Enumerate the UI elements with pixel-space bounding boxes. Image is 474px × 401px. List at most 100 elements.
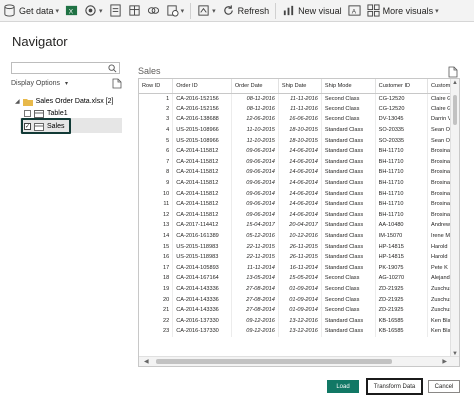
table-icon <box>34 109 44 118</box>
table-row: 10 CA-2014-115812 09-06-2014 14-06-2014 Stan… <box>139 188 459 199</box>
chevron-down-icon: ▾ <box>435 7 439 15</box>
chevron-down-icon: ▾ <box>212 7 216 15</box>
table-row: 22 CA-2016-137330 09-12-2016 13-12-2016 Stan… <box>139 315 459 327</box>
table-cell: 22-11-2015 <box>231 251 279 263</box>
table-cell: CA-2014-115812 <box>172 156 232 168</box>
table-cell: 26-11-2015 <box>278 251 322 263</box>
search-input[interactable] <box>11 62 120 74</box>
scroll-up-icon[interactable]: ▲ <box>452 80 458 86</box>
navigator-title: Navigator <box>12 34 68 49</box>
table-cell: Standard Class <box>321 220 376 231</box>
table-cell: 05-12-2016 <box>231 230 279 242</box>
svg-text:X: X <box>69 8 74 15</box>
transform-data-button[interactable]: Transform Data <box>366 378 423 395</box>
table-cell: CA-2016-137330 <box>172 326 232 337</box>
table-row: 13 CA-2017-114412 15-04-2017 20-04-2017 Stan… <box>139 220 459 231</box>
recent-sources-button[interactable]: ▾ <box>163 0 188 22</box>
header-row: Row ID Order ID Order Date Ship Date Shi… <box>139 79 459 94</box>
table-cell: 11-11-2016 <box>278 93 322 104</box>
table-row: 9 CA-2014-115812 09-06-2014 14-06-2014 Stand… <box>139 177 459 189</box>
table-cell: 1 <box>139 93 174 104</box>
table-cell: 16-11-2014 <box>278 262 322 274</box>
scroll-thumb[interactable] <box>156 359 392 364</box>
column-header[interactable]: Order ID <box>172 79 232 94</box>
table-cell: Standard Class <box>321 198 376 210</box>
table-cell: 12-06-2016 <box>231 114 279 125</box>
horizontal-scrollbar[interactable]: ◀ ▶ <box>139 356 459 366</box>
table-cell: 14-06-2014 <box>278 188 322 199</box>
table-cell: BH-11710 <box>375 188 429 199</box>
get-data-button[interactable]: Get data ▾ <box>0 0 62 22</box>
transform-data-button[interactable]: ▾ <box>194 0 219 22</box>
column-header[interactable]: Ship Date <box>278 79 322 94</box>
more-visuals-button[interactable]: More visuals ▾ <box>364 0 442 22</box>
refresh-preview-icon[interactable] <box>112 78 122 89</box>
table-row: 12 CA-2014-115812 09-06-2014 14-06-2014 Stan… <box>139 209 459 221</box>
new-visual-button[interactable]: New visual <box>279 0 345 22</box>
sql-server-button[interactable] <box>106 0 125 22</box>
sql-server-icon <box>109 4 121 17</box>
table-cell: 10-12-2016 <box>278 230 322 242</box>
table-cell: 20-04-2017 <box>278 220 322 231</box>
refresh-label: Refresh <box>237 5 270 16</box>
table-row: 3 CA-2016-138688 12-06-2016 16-06-2016 Secon… <box>139 114 459 125</box>
table-cell: 9 <box>139 177 174 189</box>
column-header[interactable]: Ship Mode <box>321 79 376 94</box>
get-data-label: Get data <box>19 5 54 16</box>
dataverse-button[interactable] <box>144 0 163 22</box>
text-box-button[interactable]: A <box>345 0 364 22</box>
table-cell: 18-10-2015 <box>278 135 322 146</box>
tree-item-file[interactable]: ◢ Sales Order Data.xlsx [2] <box>15 96 113 107</box>
table-cell: ZD-21925 <box>375 283 429 295</box>
table-cell: Standard Class <box>321 124 376 136</box>
table-cell: 11-10-2015 <box>231 124 279 136</box>
table-cell: 15-04-2017 <box>231 220 279 231</box>
table-cell: 15-05-2014 <box>278 273 322 284</box>
table-cell: 19 <box>139 283 174 295</box>
table-row: 11 CA-2014-115812 09-06-2014 14-06-2014 Stan… <box>139 198 459 210</box>
scroll-thumb[interactable] <box>453 95 457 125</box>
table-cell: 13-12-2016 <box>278 315 322 327</box>
table-cell: Second Class <box>321 114 376 125</box>
table-cell: AG-10270 <box>375 273 429 284</box>
scroll-right-icon[interactable]: ▶ <box>442 358 447 365</box>
table-cell: CA-2016-152156 <box>172 103 232 115</box>
checkbox[interactable] <box>24 110 31 117</box>
table-cell: US-2015-118983 <box>172 241 232 252</box>
table-cell: 08-11-2016 <box>231 93 279 104</box>
enter-data-icon <box>128 5 140 16</box>
table-cell: HP-14815 <box>375 251 429 263</box>
column-header[interactable]: Row ID <box>139 79 174 94</box>
table-cell: CA-2016-137330 <box>172 315 232 327</box>
table-cell: CA-2014-143336 <box>172 294 232 305</box>
table-row: 6 CA-2014-115812 09-06-2014 14-06-2014 Stand… <box>139 145 459 157</box>
table-cell: 8 <box>139 167 174 178</box>
table-cell: Standard Class <box>321 167 376 178</box>
onelake-button[interactable]: ▾ <box>81 0 106 22</box>
chevron-down-icon: ▾ <box>99 7 103 15</box>
load-button[interactable]: Load <box>327 380 359 393</box>
data-preview-grid[interactable]: Row ID Order ID Order Date Ship Date Shi… <box>138 78 460 367</box>
table-cell: 5 <box>139 135 174 146</box>
enter-data-button[interactable] <box>125 0 144 22</box>
table-cell: CA-2014-105893 <box>172 262 232 274</box>
table-cell: CA-2014-115812 <box>172 209 232 221</box>
refresh-button[interactable]: Refresh <box>219 0 273 22</box>
table-cell: US-2015-108966 <box>172 124 232 136</box>
table-row: 7 CA-2014-115812 09-06-2014 14-06-2014 Stand… <box>139 156 459 168</box>
cancel-button[interactable]: Cancel <box>428 380 460 393</box>
table-cell: Standard Class <box>321 230 376 242</box>
table-cell: 09-06-2014 <box>231 167 279 178</box>
table-cell: 7 <box>139 156 174 168</box>
column-header[interactable]: Customer ID <box>375 79 429 94</box>
display-options-dropdown[interactable]: Display Options ▾ <box>11 80 68 87</box>
preview-options-icon[interactable] <box>448 66 458 78</box>
folder-icon <box>22 98 33 106</box>
excel-workbook-button[interactable]: X <box>62 0 81 22</box>
table-cell: 22 <box>139 315 174 327</box>
table-cell: 09-06-2014 <box>231 145 279 157</box>
scroll-left-icon[interactable]: ◀ <box>144 358 149 365</box>
column-header[interactable]: Order Date <box>231 79 279 94</box>
get-data-icon <box>4 4 15 17</box>
vertical-scrollbar[interactable]: ▲ ▼ <box>450 79 459 358</box>
